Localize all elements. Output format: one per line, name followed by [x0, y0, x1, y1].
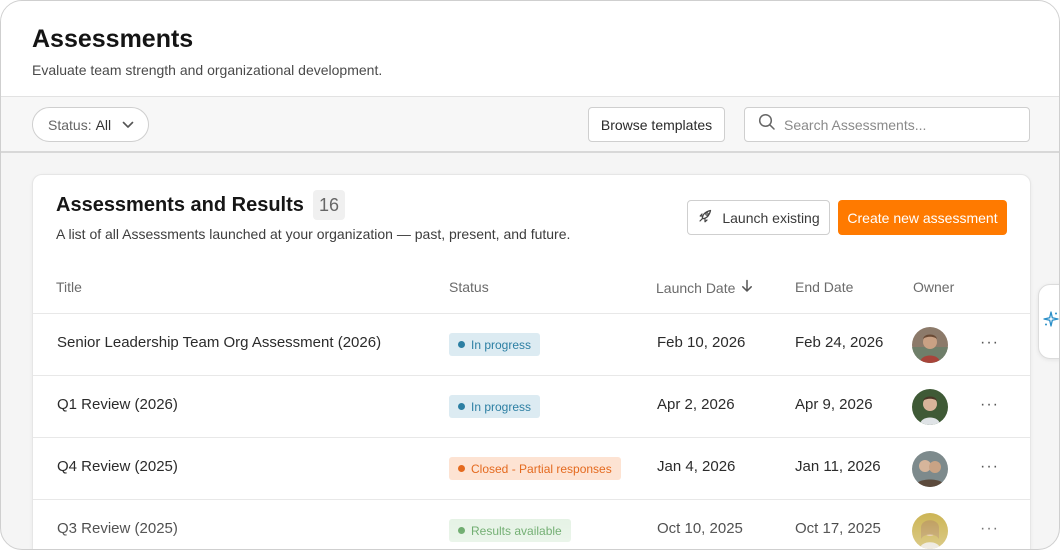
filter-toolbar: Status: All Browse templates	[1, 97, 1059, 153]
search-box[interactable]	[744, 107, 1030, 142]
page-subtitle: Evaluate team strength and organizationa…	[32, 62, 383, 78]
row-title[interactable]: Q4 Review (2025)	[57, 458, 178, 475]
launch-existing-button[interactable]: Launch existing	[687, 200, 830, 235]
status-filter-value: All	[95, 116, 112, 133]
column-header-launch-date-label: Launch Date	[656, 279, 736, 296]
row-title[interactable]: Q1 Review (2026)	[57, 396, 178, 413]
table-row[interactable]: Q4 Review (2025) Closed - Partial respon…	[33, 437, 1030, 499]
browse-templates-button[interactable]: Browse templates	[588, 107, 725, 142]
status-filter-dropdown[interactable]: Status: All	[32, 107, 149, 142]
row-more-menu[interactable]: ···	[980, 334, 999, 352]
status-label: In progress	[471, 399, 532, 414]
status-badge: In progress	[449, 395, 541, 418]
column-header-status[interactable]: Status	[449, 279, 489, 295]
search-icon	[758, 113, 776, 136]
table-row[interactable]: Senior Leadership Team Org Assessment (2…	[33, 313, 1030, 375]
row-launch-date: Apr 2, 2026	[657, 396, 735, 413]
status-label: In progress	[471, 337, 532, 352]
table-row[interactable]: Q1 Review (2026) In progress Apr 2, 2026…	[33, 375, 1030, 437]
row-end-date: Apr 9, 2026	[795, 396, 873, 413]
row-launch-date: Oct 10, 2025	[657, 520, 743, 537]
row-more-menu[interactable]: ···	[980, 458, 999, 476]
card-title: Assessments and Results	[56, 194, 304, 216]
column-header-launch-date[interactable]: Launch Date	[656, 279, 753, 296]
arrow-down-icon	[735, 279, 753, 296]
launch-existing-label: Launch existing	[722, 209, 820, 226]
assistant-side-tab[interactable]	[1038, 284, 1059, 359]
owner-avatar	[912, 513, 948, 549]
row-launch-date: Feb 10, 2026	[657, 334, 746, 351]
status-dot	[458, 465, 465, 472]
table-row[interactable]: Q3 Review (2025) Results available Oct 1…	[33, 499, 1030, 549]
app-window: Assessments Evaluate team strength and o…	[0, 0, 1060, 550]
row-more-menu[interactable]: ···	[980, 520, 999, 538]
search-input[interactable]	[784, 116, 1014, 133]
row-title[interactable]: Q3 Review (2025)	[57, 520, 178, 537]
row-end-date: Jan 11, 2026	[795, 458, 881, 475]
status-badge: In progress	[449, 333, 541, 356]
page-title: Assessments	[32, 25, 194, 53]
chevron-down-icon	[121, 118, 135, 132]
assessment-count-badge: 16	[313, 190, 346, 220]
row-more-menu[interactable]: ···	[980, 396, 999, 414]
status-badge: Closed - Partial responses	[449, 457, 621, 480]
column-header-owner[interactable]: Owner	[913, 279, 954, 295]
page-header: Assessments Evaluate team strength and o…	[1, 1, 1059, 97]
status-filter-label: Status:	[48, 116, 92, 133]
owner-avatar	[912, 389, 948, 425]
status-badge: Results available	[449, 519, 571, 542]
status-dot	[458, 341, 465, 348]
status-dot	[458, 527, 465, 534]
row-launch-date: Jan 4, 2026	[657, 458, 736, 475]
row-title[interactable]: Senior Leadership Team Org Assessment (2…	[57, 334, 381, 351]
owner-avatar	[912, 451, 948, 487]
column-header-title[interactable]: Title	[56, 279, 82, 295]
assessments-card: Assessments and Results 16 A list of all…	[32, 174, 1031, 549]
create-new-assessment-button[interactable]: Create new assessment	[838, 200, 1007, 235]
status-dot	[458, 403, 465, 410]
card-description: A list of all Assessments launched at yo…	[56, 226, 571, 242]
row-end-date: Feb 24, 2026	[795, 334, 884, 351]
row-end-date: Oct 17, 2025	[795, 520, 881, 537]
column-header-end-date[interactable]: End Date	[795, 279, 853, 295]
sparkle-icon	[1042, 310, 1059, 333]
rocket-icon	[697, 208, 722, 227]
status-label: Closed - Partial responses	[471, 461, 612, 476]
owner-avatar	[912, 327, 948, 363]
status-label: Results available	[471, 523, 562, 538]
